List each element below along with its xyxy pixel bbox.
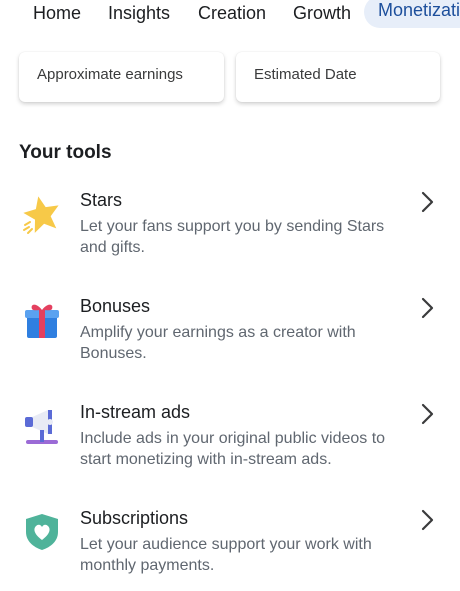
tab-home[interactable]: Home (33, 0, 81, 28)
approximate-earnings-card[interactable]: Approximate earnings (19, 52, 224, 102)
tool-title-bonuses: Bonuses (80, 296, 151, 316)
megaphone-icon (25, 410, 58, 444)
tab-insights[interactable]: Insights (108, 0, 170, 28)
tool-desc-bonuses: Amplify your earnings as a creator with … (80, 324, 356, 362)
tool-desc-subscriptions: Let your audience support your work with… (80, 536, 372, 574)
tab-creation[interactable]: Creation (198, 0, 266, 28)
chevron-right-icon (421, 403, 434, 425)
chevron-right-icon (421, 297, 434, 319)
top-tabs: Home Insights Creation Growth Monetizati (0, 0, 460, 40)
tool-row-subscriptions[interactable]: Subscriptions Let your audience support … (0, 508, 460, 588)
tool-title-subscriptions: Subscriptions (80, 508, 189, 528)
estimated-date-card[interactable]: Estimated Date (236, 52, 440, 102)
approximate-earnings-label: Approximate earnings (37, 66, 183, 83)
section-title: Your tools (19, 142, 112, 163)
tool-desc-in-stream-ads: Include ads in your original public vide… (80, 430, 386, 468)
heart-shield-icon (26, 514, 58, 550)
star-icon (23, 196, 59, 234)
gift-icon (25, 304, 59, 338)
chevron-right-icon (421, 509, 434, 531)
tab-growth[interactable]: Growth (293, 0, 351, 28)
chevron-right-icon (421, 191, 434, 213)
tool-title-in-stream-ads: In-stream ads (80, 402, 191, 422)
estimated-date-label: Estimated Date (254, 66, 357, 83)
tool-title-stars: Stars (80, 190, 123, 210)
tool-row-stars[interactable]: Stars Let your fans support you by sendi… (0, 190, 460, 270)
monetization-page: Home Insights Creation Growth Monetizati… (0, 0, 460, 591)
tool-desc-stars: Let your fans support you by sending Sta… (80, 218, 385, 256)
tab-monetization[interactable]: Monetizati (364, 0, 460, 28)
tool-row-bonuses[interactable]: Bonuses Amplify your earnings as a creat… (0, 296, 460, 376)
tool-row-in-stream-ads[interactable]: In-stream ads Include ads in your origin… (0, 402, 460, 482)
